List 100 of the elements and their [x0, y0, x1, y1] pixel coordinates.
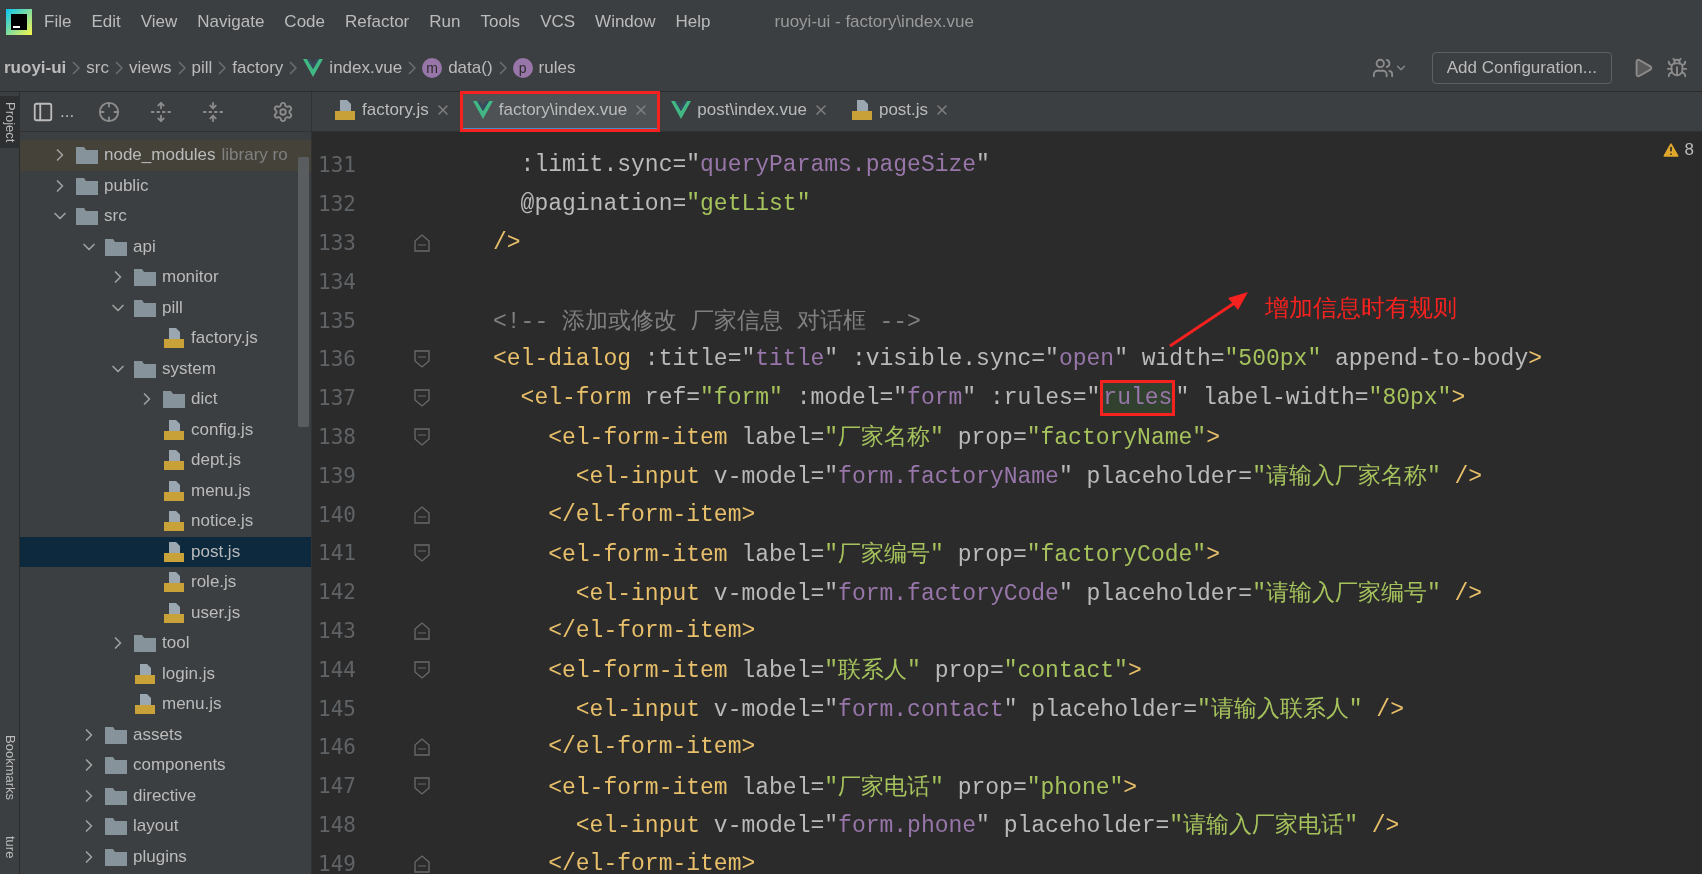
code-line: /> [493, 230, 521, 256]
menu-item[interactable]: File [36, 8, 80, 36]
breadcrumb-item[interactable]: src [82, 55, 113, 80]
js-file-icon [134, 693, 156, 716]
editor-tab[interactable]: post\index.vue [659, 92, 839, 131]
fold-marker-icon[interactable] [413, 426, 431, 447]
breadcrumb-item[interactable]: index.vue [299, 55, 407, 80]
tree-item[interactable]: dict [20, 384, 311, 415]
menu-item[interactable]: View [132, 8, 186, 36]
tree-item[interactable]: node_modules library ro [20, 140, 311, 171]
code-line: </el-form-item> [547, 734, 756, 761]
code-line: <el-form-item label="厂家编号" prop="factoryCode"> [547, 540, 1220, 569]
collapse-all-icon[interactable] [202, 100, 225, 123]
tree-item-label: factory.js [191, 328, 258, 349]
separator-chevron-icon [115, 60, 123, 75]
tree-item[interactable]: public [20, 170, 311, 201]
expand-all-icon[interactable] [150, 100, 173, 123]
fold-marker-icon[interactable] [413, 737, 431, 758]
editor-tab[interactable]: post.js [838, 92, 961, 131]
tree-item[interactable]: post.js [20, 536, 311, 567]
tree-item[interactable]: system [20, 353, 311, 384]
project-view-selector[interactable]: ... [32, 100, 75, 123]
line-number: 139 [317, 463, 357, 488]
menu-item[interactable]: Tools [472, 8, 529, 36]
tree-item-label: monitor [162, 267, 219, 288]
user-dropdown-icon[interactable] [1371, 56, 1408, 79]
tree-item[interactable]: config.js [20, 414, 311, 445]
tree-item[interactable]: tool [20, 628, 311, 659]
breadcrumb-item[interactable]: factory [228, 55, 288, 80]
tree-item-label: menu.js [191, 480, 251, 501]
breadcrumb-item[interactable]: ruoyi-ui [0, 55, 71, 80]
fold-marker-icon[interactable] [413, 349, 431, 370]
line-number: 144 [317, 657, 357, 682]
folder-icon [105, 786, 127, 805]
vue-file-icon [671, 101, 692, 119]
breadcrumb-item[interactable]: pill [187, 55, 217, 80]
tree-item[interactable]: directive [20, 780, 311, 811]
tree-item[interactable]: login.js [20, 658, 311, 689]
tree-item-label: api [133, 236, 156, 257]
tree-item[interactable]: factory.js [20, 323, 311, 354]
locate-icon[interactable] [98, 100, 121, 123]
breadcrumb-item[interactable]: views [125, 55, 176, 80]
tree-item-label: login.js [162, 663, 215, 684]
editor-tab[interactable]: factory\index.vue [460, 92, 660, 131]
menu-item[interactable]: VCS [532, 8, 584, 36]
line-number: 141 [317, 541, 357, 566]
debug-icon[interactable] [1666, 56, 1688, 79]
js-file-icon [850, 99, 873, 121]
tree-item[interactable]: monitor [20, 262, 311, 293]
code-line: <el-form-item label="联系人" prop="contact"> [547, 656, 1142, 686]
fold-marker-icon[interactable] [413, 543, 431, 564]
scrollbar-thumb[interactable] [298, 157, 309, 427]
menu-item[interactable]: Run [421, 8, 469, 36]
tree-item-label: user.js [191, 602, 241, 623]
tree-item[interactable]: pill [20, 292, 311, 323]
tree-item[interactable]: menu.js [20, 689, 311, 720]
fold-marker-icon[interactable] [413, 853, 431, 874]
add-configuration-button[interactable]: Add Configuration... [1431, 51, 1612, 84]
fold-marker-icon[interactable] [413, 776, 431, 797]
breadcrumb-item[interactable]: p rules [508, 55, 580, 80]
tool-window-tab[interactable]: Project [0, 96, 20, 149]
fold-marker-icon[interactable] [413, 659, 431, 680]
tree-item[interactable]: plugins [20, 841, 311, 872]
tree-item[interactable]: src [20, 201, 311, 232]
tool-window-tab[interactable]: Bookmarks [0, 728, 20, 806]
vue-file-icon [472, 101, 493, 119]
tree-item[interactable]: layout [20, 811, 311, 842]
menu-item[interactable]: Window [587, 8, 664, 36]
tree-item[interactable]: api [20, 231, 311, 262]
tree-item-label: directive [133, 785, 197, 806]
fold-marker-icon[interactable] [413, 620, 431, 641]
tree-item-label: role.js [191, 572, 237, 593]
tree-item[interactable]: components [20, 750, 311, 781]
separator-chevron-icon [218, 60, 227, 75]
menu-item[interactable]: Refactor [337, 8, 418, 36]
folder-icon [134, 359, 156, 378]
breadcrumb-item[interactable]: m data() [418, 55, 497, 80]
menu-item[interactable]: Navigate [189, 8, 273, 36]
tree-item-label: layout [133, 816, 179, 837]
tree-item[interactable]: dept.js [20, 445, 311, 476]
menu-item[interactable]: Code [276, 8, 333, 36]
line-number: 147 [317, 774, 357, 799]
tree-item[interactable]: notice.js [20, 506, 311, 537]
settings-icon[interactable] [272, 100, 295, 123]
tree-item[interactable]: menu.js [20, 475, 311, 506]
warning-count[interactable]: 8 [1684, 140, 1694, 160]
editor-tab[interactable]: factory.js [322, 92, 461, 131]
fold-marker-icon[interactable] [413, 504, 431, 525]
tree-item[interactable]: role.js [20, 567, 311, 598]
menu-item[interactable]: Help [667, 8, 719, 36]
warning-icon[interactable] [1660, 140, 1681, 160]
tree-item[interactable]: user.js [20, 597, 311, 628]
folder-icon [76, 207, 98, 226]
code-line: @pagination="getList" [519, 191, 811, 218]
menu-item[interactable]: Edit [83, 8, 129, 36]
tree-item[interactable]: assets [20, 719, 311, 750]
code-line: <el-dialog :title="title" :visible.sync="open" width="500px" append-to-body> [493, 346, 1543, 373]
fold-marker-icon[interactable] [413, 233, 431, 253]
tool-window-tab[interactable]: ture [0, 829, 20, 864]
fold-marker-icon[interactable] [413, 388, 431, 409]
